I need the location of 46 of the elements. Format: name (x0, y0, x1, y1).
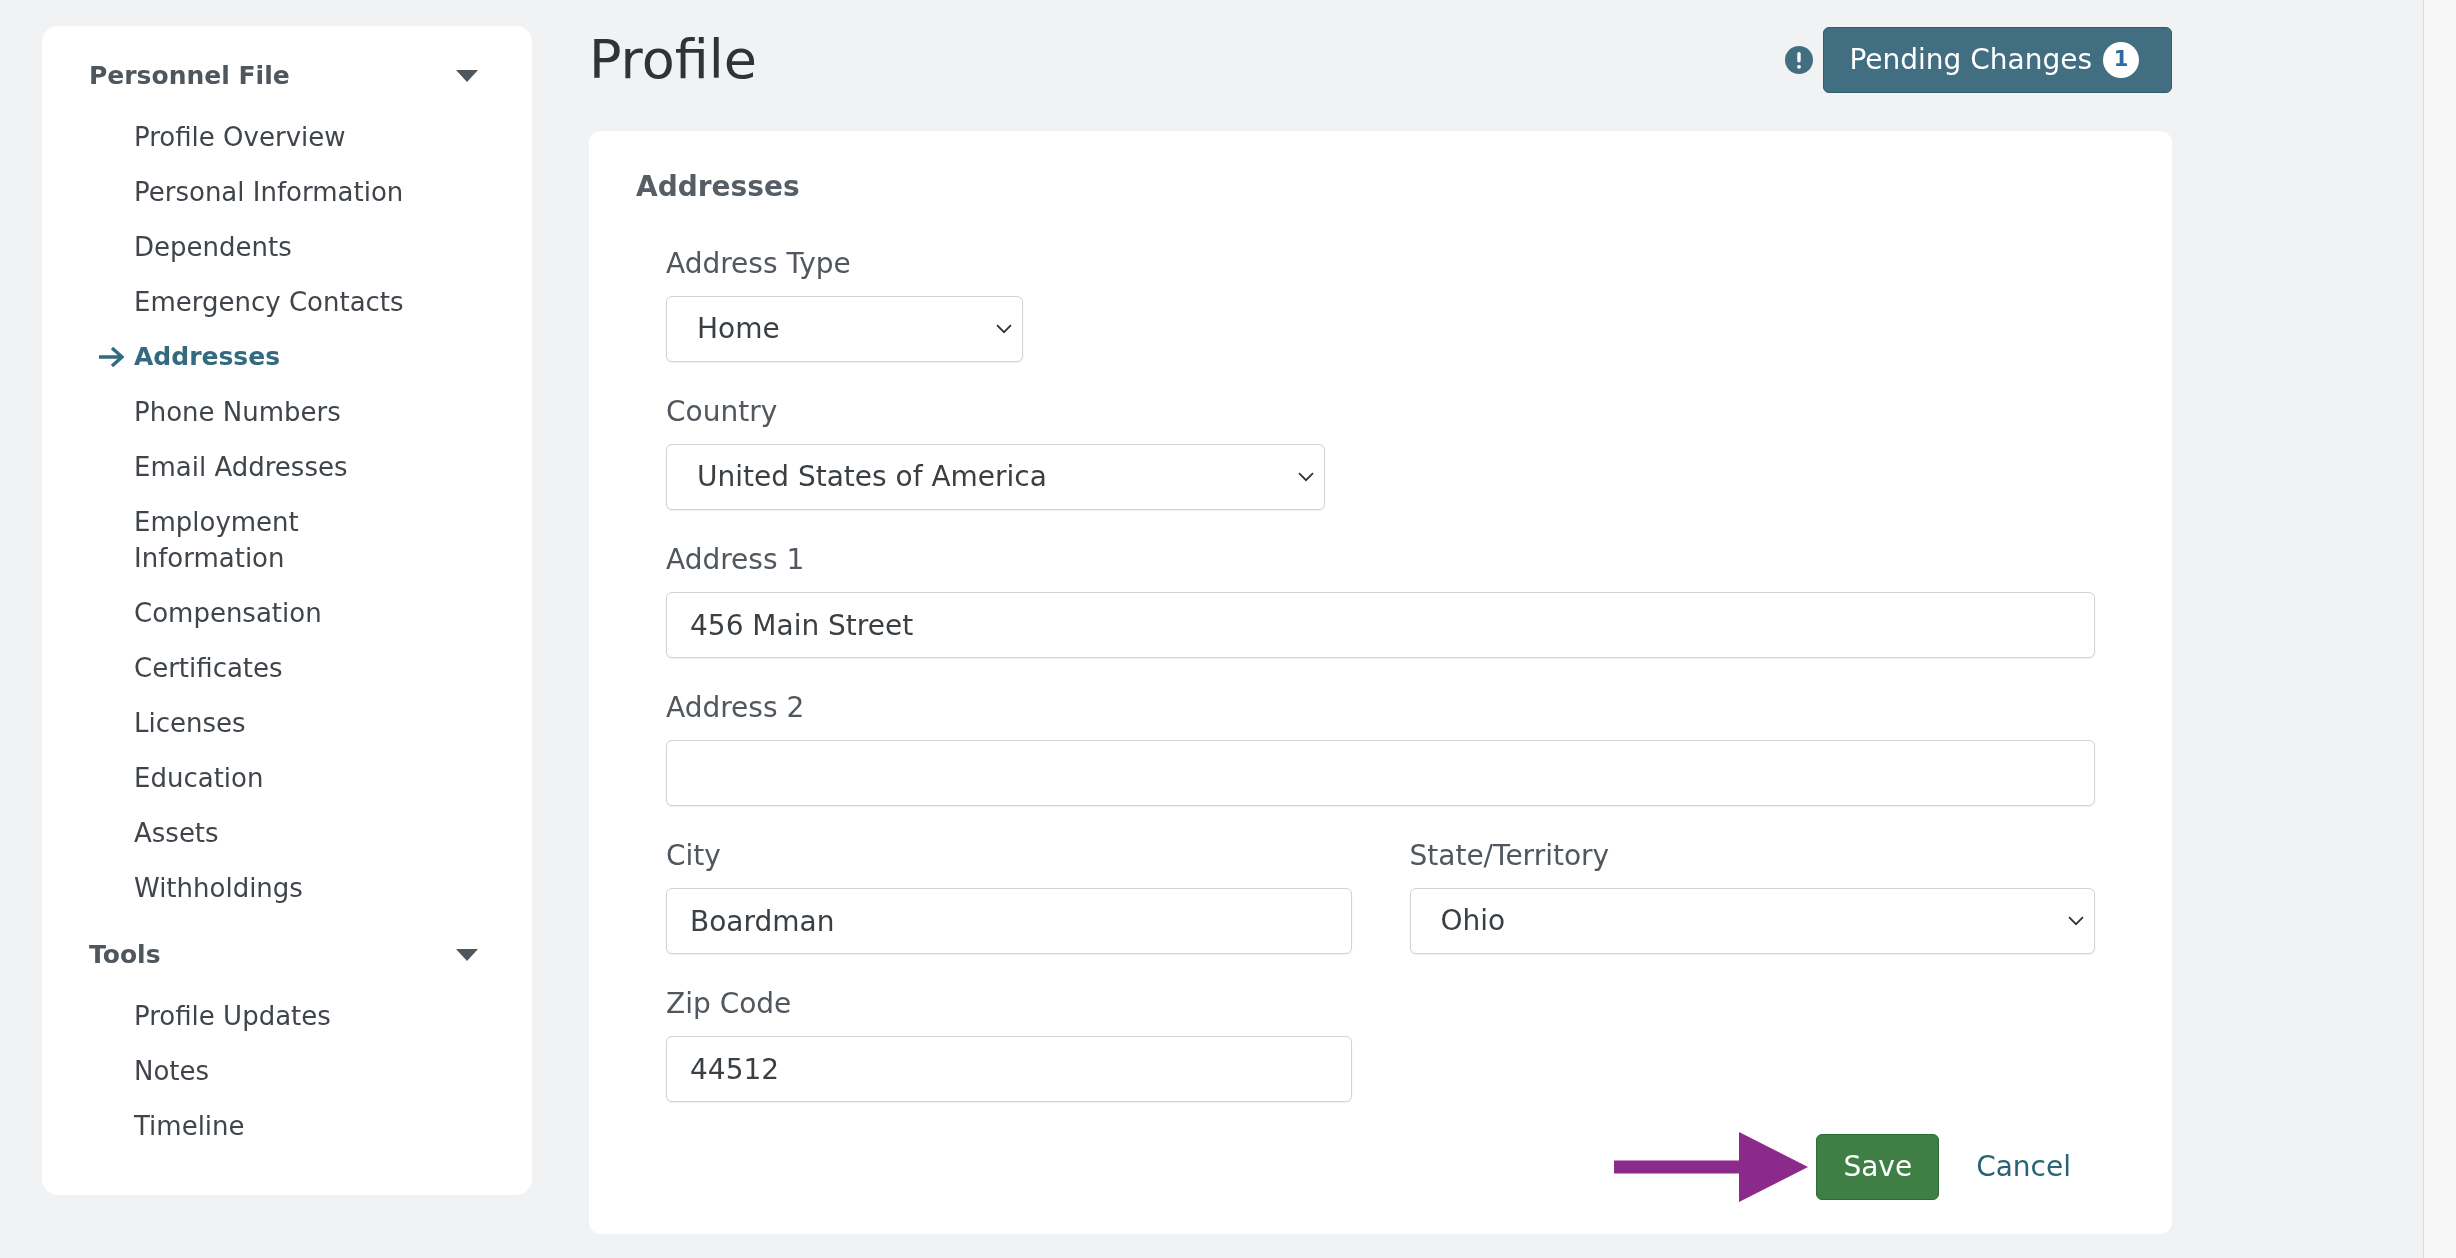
page-title: Profile (589, 27, 757, 93)
sidebar-link[interactable]: Licenses (134, 705, 246, 741)
sidebar-link[interactable]: Personal Information (134, 174, 404, 210)
select-field[interactable]: United States of America (666, 444, 1325, 510)
sidebar-link[interactable]: Education (134, 760, 264, 796)
input-field[interactable]: 44512 (666, 1036, 1352, 1102)
sidebar-link[interactable]: Compensation (134, 595, 322, 631)
input-field[interactable]: 456 Main Street (666, 592, 2095, 658)
section-title: Addresses (636, 169, 800, 205)
sidebar-link[interactable]: Assets (134, 815, 219, 851)
sidebar-link[interactable]: Certificates (134, 650, 283, 686)
input-field[interactable] (666, 740, 2095, 806)
section-heading: Personnel File (89, 60, 290, 92)
sidebar-link[interactable]: Dependents (134, 229, 292, 265)
cancel-link[interactable]: Cancel (1952, 1149, 2095, 1185)
select-field[interactable]: Home (666, 296, 1023, 362)
alert-icon (1785, 46, 1814, 74)
chevron-down-icon (1298, 472, 1314, 482)
sidebar-link[interactable]: Email Addresses (134, 449, 348, 485)
sidebar-link[interactable]: Emergency Contacts (134, 284, 404, 320)
input-field[interactable]: Boardman (666, 888, 1352, 954)
field-label: City (666, 838, 721, 874)
select-field[interactable]: Ohio (1409, 888, 2095, 954)
sidebar-link[interactable]: Profile Updates (134, 998, 331, 1034)
caret-down-icon[interactable] (456, 70, 478, 82)
field-label: State/Territory (1409, 838, 1610, 874)
sidebar-link[interactable]: Phone Numbers (134, 394, 341, 430)
sidebar-link[interactable]: Timeline (134, 1108, 245, 1144)
field-label: Country (666, 394, 778, 430)
arrow-right-icon (99, 346, 124, 368)
sidebar-link[interactable]: Profile Overview (134, 119, 346, 155)
field-label: Address 1 (666, 542, 805, 578)
sidebar-link[interactable]: Withholdings (134, 870, 303, 906)
field-label: Zip Code (666, 986, 792, 1022)
count-badge: 1 (2103, 42, 2139, 78)
sidebar-link[interactable]: Employment Information (134, 504, 424, 576)
sidebar-link[interactable]: Addresses (134, 339, 281, 375)
chevron-down-icon (2068, 916, 2084, 926)
save-button[interactable]: Save (1816, 1134, 1940, 1200)
caret-down-icon[interactable] (456, 949, 478, 961)
sidebar-link[interactable]: Notes (134, 1053, 210, 1089)
field-label: Address Type (666, 246, 851, 282)
chevron-down-icon (996, 324, 1012, 334)
section-heading: Tools (89, 939, 161, 971)
pending-changes-button[interactable]: Pending Changes 1 (1823, 27, 2172, 93)
field-label: Address 2 (666, 690, 805, 726)
